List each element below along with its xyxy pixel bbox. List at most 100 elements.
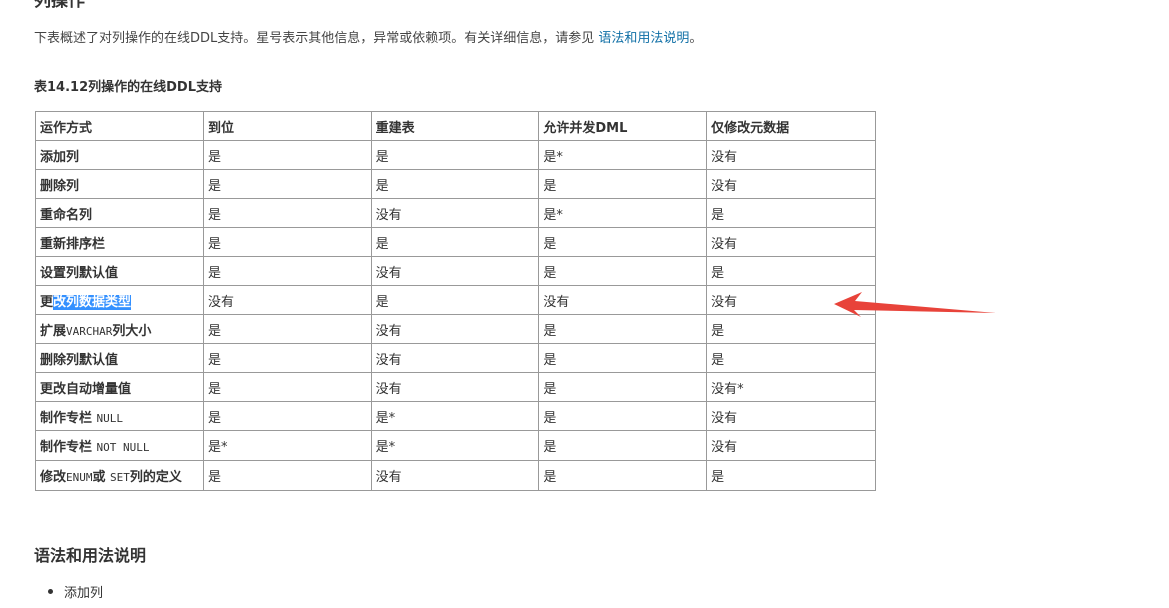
rebuild-cell: 是* [370,401,540,431]
rebuild-cell: 没有 [370,256,540,286]
table-row: 修改ENUM或 SET列的定义 是 没有 是 是 [35,460,876,491]
table-caption: 表14.12列操作的在线DDL支持 [34,80,222,95]
operation-prefix: 更 [40,294,54,310]
operation-cell: 删除列默认值 [35,343,204,373]
dml-cell: 是 [538,227,708,257]
in-place-cell: 是 [202,372,372,402]
operation-cell: 制作专栏 NULL [35,401,204,431]
header-concurrent-dml: 允许并发DML [538,111,708,141]
operation-mid: 或 [92,470,111,485]
operation-cell: 删除列 [35,169,204,199]
rebuild-cell: 没有 [370,460,540,491]
metadata-cell: 没有 [706,430,876,461]
metadata-cell: 没有 [706,169,876,199]
table-row: 添加列 是 是 是* 没有 [35,140,876,170]
in-place-cell: 是 [202,227,372,257]
operation-prefix: 制作专栏 [40,440,97,455]
table-row: 删除列 是 是 是 没有 [35,169,876,199]
rebuild-cell: 没有 [370,314,540,344]
metadata-cell: 没有 [706,401,876,431]
operation-cell: 重新排序栏 [35,227,204,257]
bullet-list: 添加列 [34,582,103,601]
in-place-cell: 没有 [202,285,372,315]
dml-cell: 是* [538,140,708,170]
header-rebuilds-table: 重建表 [370,111,540,141]
code-set: SET [110,471,130,484]
section-title: 列操作 [34,0,85,11]
dml-cell: 没有 [538,285,708,315]
rebuild-cell: 是 [370,227,540,257]
table-header-row: 运作方式 到位 重建表 允许并发DML 仅修改元数据 [35,111,876,141]
in-place-cell: 是 [202,169,372,199]
operation-prefix: 扩展 [40,323,67,339]
rebuild-cell: 是 [370,169,540,199]
code-enum: ENUM [66,471,93,484]
rebuild-cell: 是* [370,430,540,461]
rebuild-cell: 是 [370,285,540,315]
table-row: 更改自动增量值 是 没有 是 没有* [35,372,876,402]
red-arrow-annotation [834,292,996,317]
in-place-cell: 是 [202,198,372,228]
operation-prefix: 制作专栏 [40,410,97,426]
in-place-cell: 是 [202,256,372,286]
rebuild-cell: 是 [370,140,540,170]
code-varchar: VARCHAR [66,324,113,338]
in-place-cell: 是 [202,401,372,431]
text-selection[interactable]: 改列数据类型 [53,294,132,310]
table-row: 重命名列 是 没有 是* 是 [35,198,876,228]
table-row: 制作专栏 NOT NULL 是* 是* 是 没有 [35,430,876,461]
dml-cell: 是 [538,256,708,286]
operation-cell: 制作专栏 NOT NULL [35,430,204,461]
operation-cell: 重命名列 [35,198,204,228]
header-operation: 运作方式 [35,111,204,141]
dml-cell: 是 [538,314,708,344]
intro-text: 下表概述了对列操作的在线DDL支持。星号表示其他信息，异常或依赖项。有关详细信息… [34,31,599,46]
dml-cell: 是 [538,343,708,373]
metadata-cell: 是 [706,198,876,228]
dml-cell: 是 [538,430,708,461]
code-null: NULL [96,411,124,425]
header-in-place: 到位 [202,111,372,141]
syntax-usage-heading: 语法和用法说明 [34,546,147,565]
table-row: 制作专栏 NULL 是 是* 是 没有 [35,401,876,431]
table-row: 重新排序栏 是 是 是 没有 [35,227,876,257]
metadata-cell: 没有 [706,140,876,170]
rebuild-cell: 没有 [370,372,540,402]
operation-cell: 更改列数据类型 [35,285,204,315]
code-not-null: NOT NULL [96,441,150,454]
intro-paragraph: 下表概述了对列操作的在线DDL支持。星号表示其他信息，异常或依赖项。有关详细信息… [34,27,702,46]
in-place-cell: 是 [202,343,372,373]
operation-suffix: 列大小 [112,323,152,339]
metadata-cell: 是 [706,343,876,373]
metadata-cell: 是 [706,460,876,491]
operation-cell: 扩展VARCHAR列大小 [35,314,204,344]
in-place-cell: 是* [202,430,372,461]
metadata-cell: 没有* [706,372,876,402]
online-ddl-column-table: 运作方式 到位 重建表 允许并发DML 仅修改元数据 添加列 是 是 是* 没有… [35,111,876,491]
rebuild-cell: 没有 [370,198,540,228]
operation-cell: 更改自动增量值 [35,372,204,402]
dml-cell: 是* [538,198,708,228]
metadata-cell: 没有 [706,227,876,257]
table-row: 删除列默认值 是 没有 是 是 [35,343,876,373]
metadata-cell: 是 [706,256,876,286]
dml-cell: 是 [538,372,708,402]
in-place-cell: 是 [202,140,372,170]
arrow-shape [834,292,996,317]
operation-cell: 修改ENUM或 SET列的定义 [35,460,204,491]
header-metadata-only: 仅修改元数据 [706,111,876,141]
operation-cell: 添加列 [35,140,204,170]
intro-suffix: 。 [689,31,703,46]
operation-prefix: 修改 [40,470,67,485]
in-place-cell: 是 [202,460,372,491]
operation-suffix: 列的定义 [129,470,182,485]
list-item[interactable]: 添加列 [34,582,103,601]
syntax-usage-link[interactable]: 语法和用法说明 [598,31,689,46]
in-place-cell: 是 [202,314,372,344]
operation-cell: 设置列默认值 [35,256,204,286]
dml-cell: 是 [538,169,708,199]
table-row: 设置列默认值 是 没有 是 是 [35,256,876,286]
rebuild-cell: 没有 [370,343,540,373]
dml-cell: 是 [538,460,708,491]
table-row: 扩展VARCHAR列大小 是 没有 是 是 [35,314,876,344]
